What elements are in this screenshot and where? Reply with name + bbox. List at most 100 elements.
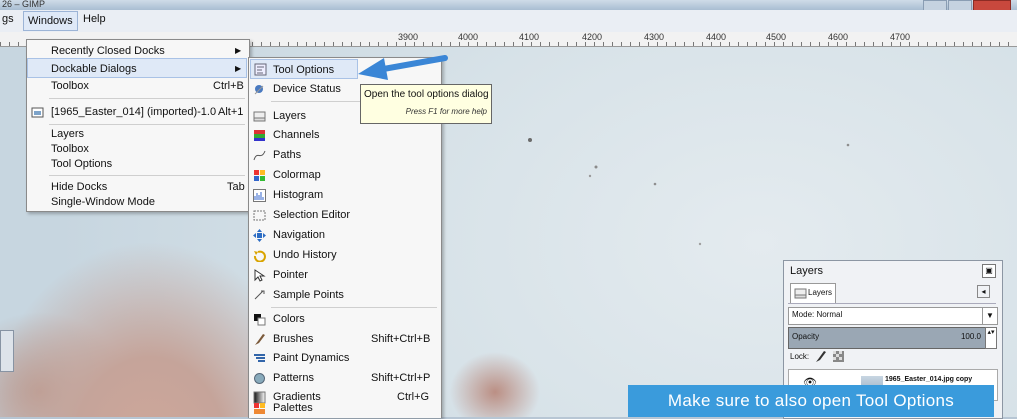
instruction-caption: Make sure to also open Tool Options [628,385,994,417]
lock-alpha-icon[interactable] [832,350,845,363]
menu-filters-partial[interactable]: gs [2,13,14,25]
opacity-slider[interactable]: Opacity 100.0 [788,327,986,349]
patterns-icon [254,373,265,384]
menubar: gs Windows Help [0,10,1017,33]
windows-menu: Recently Closed Docks ▶ Dockable Dialogs… [26,39,250,212]
brushes-icon [255,334,265,345]
window-title: 26 – GIMP [2,0,46,9]
channels-icon [254,130,265,141]
menu-item-image-window[interactable]: [1965_Easter_014] (imported)-1.0 Alt+1 [27,102,247,122]
menu-item-single-window-mode[interactable]: Single-Window Mode [27,192,247,212]
ruler-tick: 4500 [766,32,787,42]
ruler-tick: 4700 [890,32,911,42]
ruler-tick: 4200 [582,32,603,42]
layers-dock-title: Layers [790,265,824,277]
window-titlebar: 26 – GIMP [0,0,1017,11]
menu-separator [271,101,369,102]
mode-select-value: Mode: Normal [792,310,843,319]
menu-shortcut: Shift+Ctrl+B [371,333,431,345]
menu-item-histogram[interactable]: Histogram [249,185,439,205]
menu-item-label: Single-Window Mode [51,196,155,208]
menu-item-paths[interactable]: Paths [249,145,439,165]
menu-shortcut: Alt+1 [218,106,244,118]
ruler-tick: 4600 [828,32,849,42]
menu-item-device-status[interactable]: Device Status [249,79,359,99]
menu-item-colormap[interactable]: Colormap [249,165,439,185]
layers-icon [794,288,807,299]
menu-item-label: Layers [273,110,307,122]
menu-item-label: Pointer [273,269,308,281]
menu-item-label: Channels [273,129,320,141]
menu-item-navigation[interactable]: Navigation [249,225,439,245]
tooltip-text: Open the tool options dialog [364,89,489,100]
ruler-tick: 3900 [398,32,419,42]
tooltip-hint: Press F1 for more help [405,107,487,116]
menu-item-label: Colormap [273,169,321,181]
undo-history-icon [253,250,266,262]
dock-menu-icon[interactable]: ▣ [982,264,996,278]
menu-item-label: Paint Dynamics [273,352,350,364]
menu-item-tool-options[interactable]: Tool Options [250,59,358,79]
menu-help[interactable]: Help [83,13,106,25]
menu-shortcut: Shift+Ctrl+P [371,372,431,384]
menu-item-label: Patterns [273,372,314,384]
pointer-icon [254,269,266,282]
menu-item-label: Sample Points [273,289,344,301]
palettes-icon [254,403,265,414]
selection-editor-icon [253,210,266,221]
menu-shortcut: Ctrl+B [213,80,244,92]
tool-options-tooltip: Open the tool options dialog Press F1 fo… [360,84,492,124]
menu-item-tool-options-dock[interactable]: Tool Options [27,154,247,174]
histogram-icon [253,189,266,202]
opacity-value: 100.0 [960,332,981,341]
menu-separator [49,175,245,176]
menu-item-selection-editor[interactable]: Selection Editor [249,205,439,225]
mode-select[interactable]: Mode: Normal ▼ [788,307,998,325]
chevron-down-icon: ▼ [982,308,997,324]
menu-item-sample-points[interactable]: Sample Points [249,285,439,305]
tab-layers[interactable]: Layers [790,283,836,303]
menu-item-label: Navigation [273,229,325,241]
menu-windows[interactable]: Windows [23,11,78,31]
menu-item-label: Paths [273,149,302,161]
annotation-arrow-icon [358,55,448,80]
opacity-spinner[interactable]: ▴▾ [985,327,997,349]
menu-item-brushes[interactable]: Brushes Shift+Ctrl+B [249,329,439,349]
left-dock-edge[interactable] [0,330,14,372]
menu-item-label: Palettes [273,402,313,414]
layers-tabbar: Layers ◂ [788,281,996,304]
menu-item-patterns[interactable]: Patterns Shift+Ctrl+P [249,368,439,388]
menu-item-palettes[interactable]: Palettes [249,398,439,418]
sample-points-icon [254,290,265,300]
layer-name: 1965_Easter_014.jpg copy [885,376,973,383]
menu-item-dockable-dialogs[interactable]: Dockable Dialogs ▶ [27,58,247,78]
paths-icon [253,150,266,161]
image-window-icon [31,107,44,118]
ruler-tick: 4100 [519,32,540,42]
menu-item-label: Histogram [273,189,324,201]
menu-item-label: Tool Options [273,64,335,76]
menu-separator [271,307,437,308]
ruler-tick: 4300 [644,32,665,42]
window-controls [923,0,1011,11]
colors-icon [254,314,266,326]
opacity-label: Opacity [792,332,820,341]
ruler-tick: 4000 [458,32,479,42]
layers-icon [253,111,266,122]
menu-item-undo-history[interactable]: Undo History [249,245,439,265]
menu-item-toolbox[interactable]: Toolbox Ctrl+B [27,76,247,96]
colormap-icon [254,170,265,181]
menu-item-label: Selection Editor [273,209,351,221]
tool-options-icon [254,63,267,76]
menu-item-channels[interactable]: Channels [249,125,439,145]
menu-item-label: [1965_Easter_014] (imported)-1.0 [51,106,217,118]
menu-separator [49,98,245,99]
lock-pixels-icon[interactable] [814,350,827,363]
menu-item-colors[interactable]: Colors [249,309,439,329]
menu-item-label: Tool Options [51,158,113,170]
menu-item-pointer[interactable]: Pointer [249,265,439,285]
menu-item-paint-dynamics[interactable]: Paint Dynamics [249,348,439,368]
tab-menu-icon[interactable]: ◂ [977,285,990,298]
navigation-icon [253,229,266,242]
paint-dynamics-icon [254,354,265,362]
